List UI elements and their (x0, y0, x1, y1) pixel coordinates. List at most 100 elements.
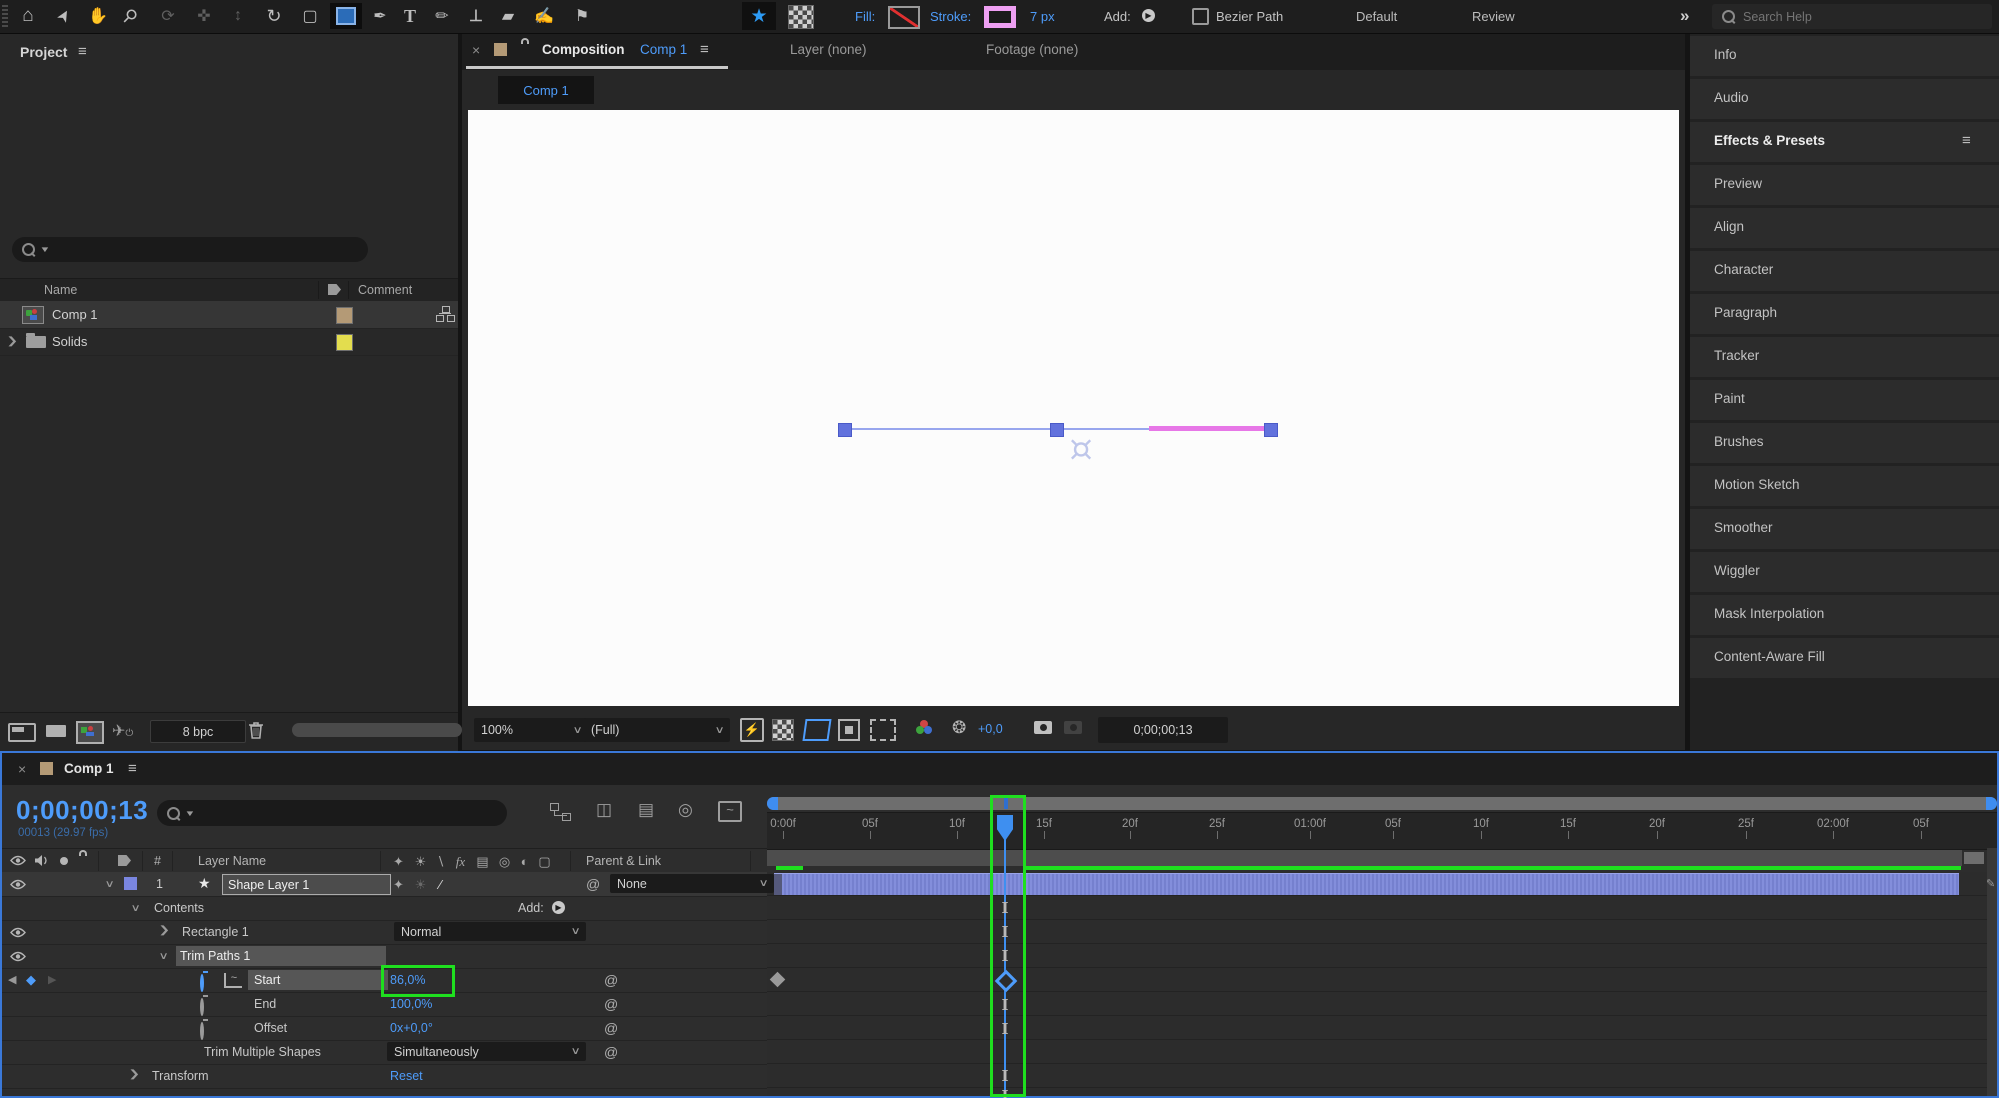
project-settings-icon[interactable]: ✈⏻ (112, 721, 133, 741)
composition-tab-target[interactable]: Comp 1 (640, 42, 687, 57)
panel-tab-preview[interactable]: Preview (1690, 165, 1999, 205)
parent-link-dropdown[interactable]: None ∨ (610, 874, 774, 893)
workspace-tab-review[interactable]: Review (1472, 9, 1515, 24)
eye-icon[interactable] (10, 927, 26, 941)
timeline-search[interactable]: ▼ (157, 800, 507, 826)
group-row-transform[interactable]: ❯ Transform Reset (2, 1064, 767, 1089)
stroke-swatch[interactable] (984, 6, 1016, 28)
panel-tab-audio[interactable]: Audio (1690, 79, 1999, 119)
stroke-width-value[interactable]: 7 px (1030, 9, 1055, 24)
label-color-swatch[interactable] (336, 307, 353, 324)
column-layer-name[interactable]: Layer Name (198, 854, 266, 868)
collapse-chevron-icon[interactable]: ∨ (105, 879, 115, 890)
project-item-name[interactable]: Comp 1 (52, 307, 98, 322)
blend-mode-dropdown[interactable]: Normal ∨ (394, 922, 586, 941)
workspace-overflow-button[interactable]: » (1680, 6, 1689, 26)
rectangle-tool[interactable] (330, 3, 362, 29)
property-row-trim-multiple-shapes[interactable]: Trim Multiple Shapes Simultaneously ∨ @ (2, 1040, 767, 1065)
expression-graph-icon[interactable]: ~ (224, 973, 242, 988)
selection-tool[interactable]: ➤ (45, 0, 84, 36)
project-item-solids[interactable]: ❯ Solids (0, 328, 458, 356)
column-separator[interactable] (348, 281, 349, 299)
frame-blending-icon[interactable]: ▤ (638, 800, 654, 820)
expand-chevron-icon[interactable]: ❯ (158, 925, 170, 936)
home-tool[interactable]: ⌂ (12, 3, 44, 29)
panel-tab-content-aware-fill[interactable]: Content-Aware Fill (1690, 638, 1999, 678)
fx-switch-icon[interactable]: fx (450, 854, 471, 870)
work-area-bar[interactable] (767, 850, 1962, 866)
zoom-tool[interactable]: ⚲ (109, 0, 150, 37)
selected-property-highlight[interactable]: Start (248, 970, 388, 990)
property-label[interactable]: End (254, 997, 276, 1011)
project-search-input[interactable] (54, 241, 358, 258)
parent-pickwhip-icon[interactable]: @ (586, 876, 600, 892)
dolly-camera-tool[interactable]: ↕ (222, 3, 254, 29)
layer-quality-icon[interactable]: ∕ (430, 877, 451, 892)
pickwhip-icon[interactable]: @ (604, 996, 618, 1012)
layer-color-swatch[interactable] (124, 877, 137, 890)
exposure-icon[interactable]: ❂ (952, 718, 966, 738)
panel-tab-mask-interpolation[interactable]: Mask Interpolation (1690, 595, 1999, 635)
column-parent-link[interactable]: Parent & Link (586, 854, 661, 868)
work-area-end-box[interactable] (1964, 852, 1984, 864)
panel-tab-wiggler[interactable]: Wiggler (1690, 552, 1999, 592)
snapshot-camera-icon[interactable] (1034, 721, 1052, 734)
time-ruler[interactable]: 0:00f 05f 10f 15f 20f 25f 01:00f 05f 10f… (767, 812, 1997, 850)
new-composition-icon[interactable] (76, 721, 104, 744)
stopwatch-icon[interactable] (200, 974, 204, 992)
project-footer-scrollbar[interactable] (292, 723, 462, 737)
pen-tool[interactable]: ✒ (364, 3, 396, 29)
interpret-footage-icon[interactable] (8, 723, 36, 742)
panel-tab-character[interactable]: Character (1690, 251, 1999, 291)
project-panel-menu-icon[interactable]: ≡ (78, 43, 87, 60)
bezier-path-label[interactable]: Bezier Path (1216, 9, 1283, 24)
bezier-path-checkbox[interactable] (1192, 8, 1209, 25)
layer-duration-bar[interactable] (774, 873, 1959, 895)
pickwhip-icon[interactable]: @ (604, 1020, 618, 1036)
fill-label[interactable]: Fill: (855, 9, 875, 24)
pan-behind-tool[interactable]: ▢ (294, 3, 326, 29)
motion-blur-switch-icon[interactable]: ◎ (494, 854, 515, 870)
quality-switch-icon[interactable]: ∖ (430, 854, 451, 870)
stroke-label[interactable]: Stroke: (930, 9, 971, 24)
label-color-swatch[interactable] (336, 334, 353, 351)
selected-group-highlight[interactable]: Trim Paths 1 (176, 946, 386, 966)
project-item-comp1[interactable]: Comp 1 (0, 301, 458, 329)
panel-tab-align[interactable]: Align (1690, 208, 1999, 248)
timeline-panel-menu-icon[interactable]: ≡ (128, 760, 137, 777)
composition-canvas[interactable] (468, 110, 1679, 706)
collapse-chevron-icon[interactable]: ∨ (159, 951, 169, 962)
property-value-end[interactable]: 100,0% (390, 997, 432, 1011)
draft-3d-icon[interactable]: ◫ (596, 800, 612, 820)
help-search[interactable] (1712, 4, 1992, 29)
comp-viewer-subtab[interactable]: Comp 1 (498, 76, 594, 104)
panel-tab-tracker[interactable]: Tracker (1690, 337, 1999, 377)
threed-switch-icon[interactable]: ▢ (534, 854, 555, 870)
footage-tab[interactable]: Footage (none) (986, 42, 1078, 57)
clone-stamp-tool[interactable]: ⊥ (460, 3, 492, 29)
group-label[interactable]: Transform (152, 1069, 209, 1083)
close-icon[interactable]: × (18, 761, 26, 777)
orbit-camera-tool[interactable]: ⟳ (152, 3, 184, 29)
timeline-tab[interactable]: Comp 1 (64, 761, 114, 776)
group-row-rectangle-1[interactable]: ❯ Rectangle 1 Normal ∨ (2, 920, 767, 945)
composition-panel-menu-icon[interactable]: ≡ (700, 41, 709, 58)
shape-handle-left[interactable] (838, 423, 852, 437)
expand-chevron-icon[interactable]: ❯ (6, 336, 18, 347)
property-row-offset[interactable]: Offset 0x+0,0° @ (2, 1016, 767, 1041)
property-value-offset[interactable]: 0x+0,0° (390, 1021, 433, 1035)
current-timecode[interactable]: 0;00;00;13 (16, 795, 148, 826)
exposure-value[interactable]: +0,0 (978, 722, 1003, 736)
layer-tab[interactable]: Layer (none) (790, 42, 867, 57)
next-keyframe-button[interactable]: ▶ (48, 973, 56, 986)
bit-depth-button[interactable]: 8 bpc (150, 720, 246, 743)
roto-brush-tool[interactable]: ✍ (528, 3, 560, 29)
expand-chevron-icon[interactable]: ❯ (128, 1069, 140, 1080)
eye-icon[interactable] (10, 951, 26, 965)
panel-tab-paint[interactable]: Paint (1690, 380, 1999, 420)
adjustment-layer-switch-icon[interactable]: ◐ (514, 854, 535, 869)
project-search[interactable]: ▼ (12, 237, 368, 262)
layer-in-handle[interactable] (774, 874, 782, 895)
panel-tab-info[interactable]: Info (1690, 36, 1999, 76)
help-search-input[interactable] (1741, 8, 1982, 25)
